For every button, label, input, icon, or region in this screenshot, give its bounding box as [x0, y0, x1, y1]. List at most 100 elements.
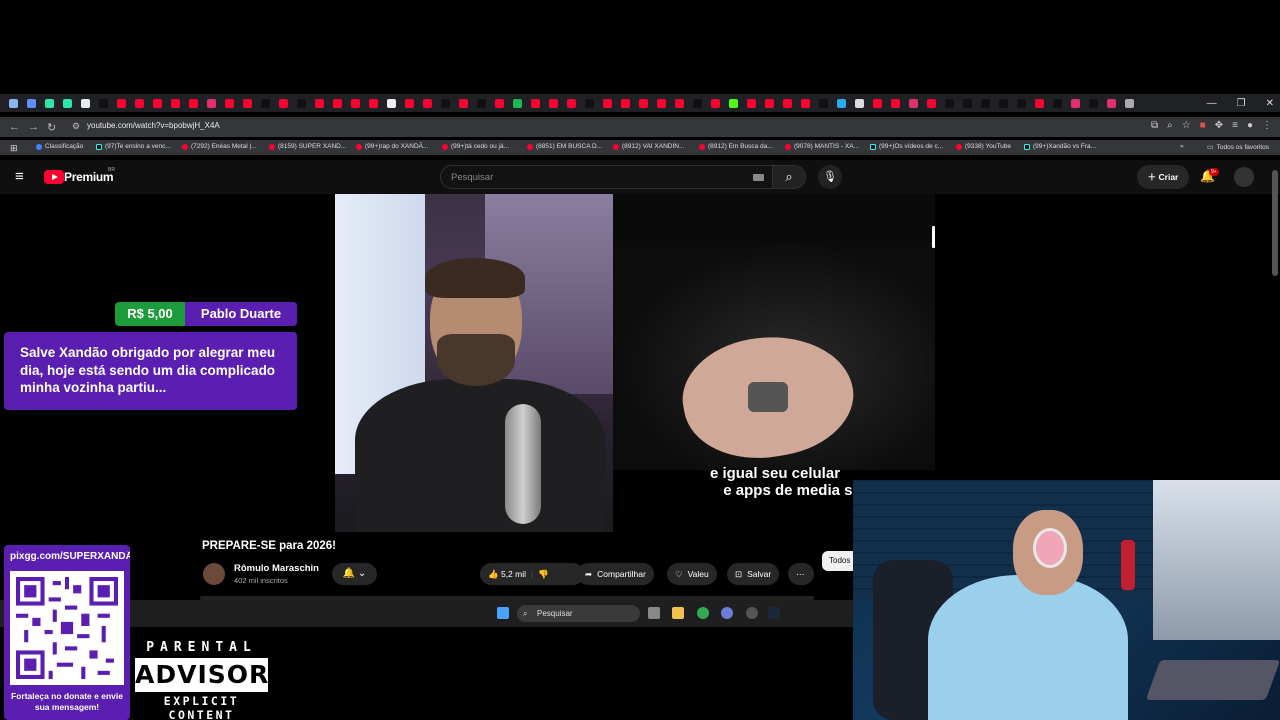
browser-tab[interactable]	[368, 98, 378, 108]
bookmark-item[interactable]: (8912) VAI XANDIN...	[613, 143, 684, 150]
browser-tab[interactable]	[242, 98, 252, 108]
browser-tab[interactable]	[170, 98, 180, 108]
browser-tab[interactable]	[278, 98, 288, 108]
browser-tab[interactable]	[980, 98, 990, 108]
video-left-panel[interactable]	[335, 194, 613, 532]
avatar[interactable]	[1234, 167, 1254, 187]
taskbar-search[interactable]: ⌕ Pesquisar	[517, 605, 640, 622]
reload-icon[interactable]: ↻	[47, 121, 57, 134]
bookmark-item[interactable]: (9338) YouTube	[956, 143, 1011, 150]
browser-tab[interactable]	[548, 98, 558, 108]
browser-tab[interactable]	[62, 98, 72, 108]
browser-tab[interactable]	[530, 98, 540, 108]
share-button[interactable]: ➦ Compartilhar	[577, 563, 654, 585]
windows-start-icon[interactable]	[497, 607, 509, 619]
file-explorer-icon[interactable]	[672, 607, 684, 619]
all-bookmarks[interactable]: ▭ Todos os favoritos	[1207, 143, 1269, 152]
site-info-icon[interactable]: ⚙	[72, 121, 80, 132]
chip-todos[interactable]: Todos	[822, 551, 854, 571]
browser-tab[interactable]	[332, 98, 342, 108]
browser-tab[interactable]	[1124, 98, 1134, 108]
bookmark-item[interactable]: (99+)Xandão vs Fra...	[1024, 143, 1096, 150]
save-button[interactable]: ⊡ Salvar	[727, 563, 780, 585]
bookmark-item[interactable]: (9078) MANTIS - XA...	[785, 143, 859, 150]
browser-tab[interactable]	[692, 98, 702, 108]
browser-tab[interactable]	[944, 98, 954, 108]
browser-tab[interactable]	[440, 98, 450, 108]
task-view-icon[interactable]	[648, 607, 660, 619]
browser-tab[interactable]	[404, 98, 414, 108]
browser-tab[interactable]	[638, 98, 648, 108]
browser-tab[interactable]	[476, 98, 486, 108]
browser-tab[interactable]	[350, 98, 360, 108]
obs-icon[interactable]	[746, 607, 758, 619]
search-input[interactable]: Pesquisar	[440, 165, 773, 189]
hamburger-menu-icon[interactable]: ≡	[15, 168, 24, 185]
browser-tab[interactable]	[728, 98, 738, 108]
youtube-logo-text[interactable]: Premium	[64, 170, 114, 184]
subscription-bell-button[interactable]: 🔔 ⌄	[332, 563, 377, 585]
browser-tab[interactable]	[26, 98, 36, 108]
like-button[interactable]: 👍 5,2 mil	[488, 563, 526, 585]
browser-tab[interactable]	[962, 98, 972, 108]
install-icon[interactable]: ⧉	[1151, 120, 1158, 131]
channel-avatar[interactable]	[203, 563, 225, 585]
browser-tab[interactable]	[836, 98, 846, 108]
browser-tab[interactable]	[818, 98, 828, 108]
browser-tab[interactable]	[206, 98, 216, 108]
page-scrollbar[interactable]	[1272, 170, 1278, 276]
browser-tab[interactable]	[1088, 98, 1098, 108]
browser-tab[interactable]	[494, 98, 504, 108]
back-icon[interactable]: ←	[9, 121, 20, 133]
browser-tab[interactable]	[1016, 98, 1026, 108]
browser-tab[interactable]	[314, 98, 324, 108]
browser-tab[interactable]	[620, 98, 630, 108]
youtube-logo-icon[interactable]	[44, 170, 64, 184]
puzzle-icon[interactable]: ✥	[1215, 120, 1223, 131]
close-window-icon[interactable]: ✕	[1266, 98, 1274, 109]
channel-name[interactable]: Rômulo Maraschin	[234, 563, 319, 574]
voice-search-button[interactable]: 🎙	[818, 165, 842, 189]
star-icon[interactable]: ☆	[1182, 120, 1191, 131]
video-right-panel[interactable]	[613, 194, 935, 471]
bookmark-item[interactable]: (8851) EM BUSCA D...	[527, 143, 602, 150]
bookmark-item[interactable]: (99+)tá cedo ou já...	[442, 143, 509, 150]
search-button[interactable]: ⌕	[773, 165, 806, 189]
browser-tab[interactable]	[188, 98, 198, 108]
browser-tab[interactable]	[458, 98, 468, 108]
browser-tab[interactable]	[116, 98, 126, 108]
browser-tab[interactable]	[890, 98, 900, 108]
bookmark-item[interactable]: (8159) SUPER XAND...	[269, 143, 346, 150]
bookmark-item[interactable]: Classificação	[36, 143, 83, 150]
browser-tab[interactable]	[422, 98, 432, 108]
browser-tab[interactable]	[1070, 98, 1080, 108]
browser-tab[interactable]	[152, 98, 162, 108]
browser-tab[interactable]	[908, 98, 918, 108]
browser-tab[interactable]	[1052, 98, 1062, 108]
browser-tab[interactable]	[926, 98, 936, 108]
create-button[interactable]: ＋ Criar	[1137, 165, 1189, 189]
browser-tab[interactable]	[998, 98, 1008, 108]
url-field[interactable]: youtube.com/watch?v=bpobwjH_X4A	[87, 121, 220, 130]
browser-tab[interactable]	[260, 98, 270, 108]
browser-tab[interactable]	[1106, 98, 1116, 108]
bookmark-item[interactable]: (8912) Em Busca da...	[699, 143, 773, 150]
browser-tab[interactable]	[44, 98, 54, 108]
browser-tab[interactable]	[602, 98, 612, 108]
browser-tab[interactable]	[710, 98, 720, 108]
apps-icon[interactable]: ⊞	[10, 143, 18, 154]
steam-icon[interactable]	[768, 607, 780, 619]
zoom-icon[interactable]: ⌕	[1167, 120, 1173, 131]
settings-icon[interactable]	[721, 607, 733, 619]
browser-tab[interactable]	[656, 98, 666, 108]
bookmark-item[interactable]: (7292) Enéas Metal |...	[182, 143, 257, 150]
browser-tab[interactable]	[872, 98, 882, 108]
browser-tab[interactable]	[764, 98, 774, 108]
browser-tab[interactable]	[80, 98, 90, 108]
menu-icon[interactable]: ⋮	[1262, 120, 1272, 131]
profile-icon[interactable]: ●	[1247, 120, 1253, 131]
browser-tab[interactable]	[1034, 98, 1044, 108]
browser-tab[interactable]	[584, 98, 594, 108]
browser-tab[interactable]	[224, 98, 234, 108]
browser-tab[interactable]	[512, 98, 522, 108]
